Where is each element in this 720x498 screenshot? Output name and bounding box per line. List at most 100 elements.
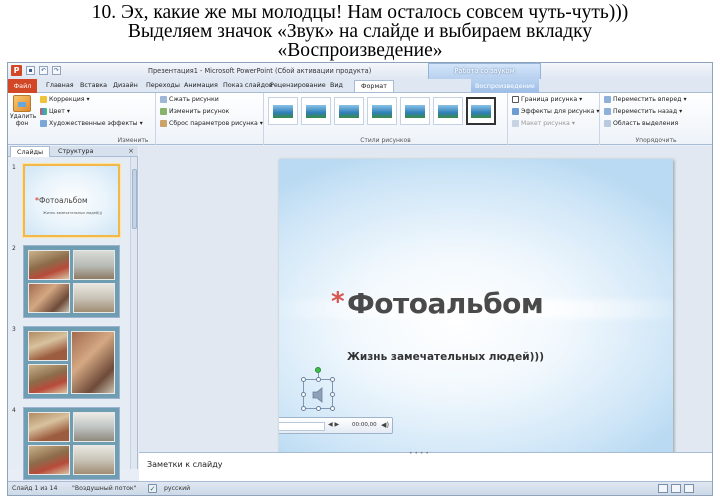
color-button[interactable]: Цвет ▾ [40, 108, 70, 115]
rotation-handle[interactable] [315, 367, 321, 373]
slide-thumb[interactable] [23, 407, 120, 480]
tab-outline[interactable]: Структура [52, 146, 99, 157]
tab-file[interactable]: Файл [8, 79, 37, 93]
picture-style-thumb[interactable] [334, 97, 364, 125]
resize-handle[interactable] [330, 392, 335, 397]
sorter-view-icon[interactable] [671, 484, 681, 493]
resize-handle[interactable] [301, 406, 306, 411]
splitter-handle[interactable]: • • • • [409, 450, 429, 457]
group-arrange: Переместить вперед ▾ Переместить назад ▾… [600, 93, 712, 145]
current-slide[interactable]: * Фотоальбом Жизнь замечательных людей))… [279, 159, 673, 455]
title-slide-preview: *Фотоальбом Жизнь замечательных людей))) [25, 166, 118, 235]
change-picture-button[interactable]: Изменить рисунок [160, 108, 229, 115]
slide-title[interactable]: Фотоальбом [347, 287, 544, 320]
audio-time: 00:00,00 [352, 422, 377, 428]
tab-transitions[interactable]: Переходы [146, 81, 180, 89]
remove-background-label: Удалить фон [10, 113, 37, 127]
picture-style-thumb[interactable] [433, 97, 463, 125]
resize-handle[interactable] [301, 392, 306, 397]
picture-style-thumb[interactable] [268, 97, 298, 125]
tab-playback[interactable]: Воспроизведение [471, 79, 539, 93]
send-backward-button[interactable]: Переместить назад ▾ [604, 108, 682, 115]
tab-slideshow[interactable]: Показ слайдов [223, 81, 273, 89]
notes-pane[interactable]: • • • • Заметки к слайду [139, 450, 712, 481]
thumb-title: *Фотоальбом [35, 196, 88, 205]
audio-player: ◀ ▶ 00:00,00 ◀) [279, 417, 393, 434]
powerpoint-logo-icon[interactable]: P [11, 65, 22, 76]
slide-thumb[interactable] [23, 245, 120, 318]
sun-icon [40, 96, 47, 103]
picture-effects-label: Эффекты для рисунка [521, 108, 595, 115]
picture-style-thumb[interactable] [367, 97, 397, 125]
ribbon-tabs: Файл Главная Вставка Дизайн Переходы Ани… [8, 79, 712, 93]
theme-name[interactable]: "Воздушный поток" [72, 485, 137, 492]
slide-thumb[interactable] [23, 326, 120, 399]
border-icon [512, 96, 519, 103]
window-title: Презентация1 - Microsoft PowerPoint (Сбо… [148, 67, 372, 75]
status-bar: Слайд 1 из 14 "Воздушный поток" ✓ русски… [8, 481, 712, 495]
photo-collage [24, 327, 119, 398]
picture-styles-gallery [268, 97, 496, 125]
selection-pane-button[interactable]: Область выделения [604, 120, 678, 127]
seek-controls[interactable]: ◀ ▶ [328, 421, 339, 428]
resize-handle[interactable] [301, 377, 306, 382]
picture-border-label: Граница рисунка [521, 96, 578, 103]
slide-thumb-selected[interactable]: *Фотоальбом Жизнь замечательных людей))) [23, 164, 120, 237]
undo-icon[interactable]: ↶ [39, 66, 48, 75]
resize-handle[interactable] [316, 406, 321, 411]
normal-view-icon[interactable] [658, 484, 668, 493]
correction-button[interactable]: Коррекция ▾ [40, 96, 90, 103]
slide-number: 4 [12, 407, 16, 414]
tab-design[interactable]: Дизайн [113, 81, 138, 89]
picture-style-thumb-selected[interactable] [466, 97, 496, 125]
sound-object-selection[interactable] [301, 367, 335, 411]
tab-view[interactable]: Вид [330, 81, 343, 89]
picture-style-thumb[interactable] [400, 97, 430, 125]
tab-insert[interactable]: Вставка [80, 81, 107, 89]
spellcheck-icon[interactable]: ✓ [148, 484, 157, 493]
close-icon[interactable]: × [128, 146, 134, 157]
compress-pictures-button[interactable]: Сжать рисунки [160, 96, 219, 103]
remove-background-icon [13, 95, 31, 112]
slide-subtitle[interactable]: Жизнь замечательных людей))) [347, 351, 544, 363]
artistic-effects-button[interactable]: Художественные эффекты ▾ [40, 120, 143, 127]
language[interactable]: русский [164, 485, 190, 492]
save-icon[interactable]: ▪ [26, 66, 35, 75]
bring-forward-button[interactable]: Переместить вперед ▾ [604, 96, 687, 103]
bring-forward-icon [604, 96, 611, 103]
tab-slides[interactable]: Слайды [10, 146, 51, 157]
artistic-effects-label: Художественные эффекты [49, 120, 138, 127]
resize-handle[interactable] [330, 406, 335, 411]
tab-home[interactable]: Главная [46, 81, 74, 89]
picture-style-thumb[interactable] [301, 97, 331, 125]
pane-tabs: Слайды Структура × [8, 146, 138, 157]
artistic-effects-icon [40, 120, 47, 127]
ribbon: Удалить фон Коррекция ▾ Цвет ▾ Художеств… [8, 93, 712, 145]
volume-icon[interactable]: ◀) [381, 421, 389, 429]
color-icon [40, 108, 47, 115]
picture-border-button[interactable]: Граница рисунка ▾ [512, 96, 582, 103]
tab-format[interactable]: Формат [354, 80, 394, 92]
notes-placeholder[interactable]: Заметки к слайду [147, 460, 222, 469]
group-change: Удалить фон Коррекция ▾ Цвет ▾ Художеств… [8, 93, 263, 145]
audio-progress-track[interactable] [279, 422, 325, 431]
remove-background-button[interactable]: Удалить фон [10, 95, 37, 127]
scrollbar-thumb[interactable] [132, 169, 137, 229]
resize-handle[interactable] [330, 377, 335, 382]
send-backward-icon [604, 108, 611, 115]
reading-view-icon[interactable] [684, 484, 694, 493]
photo [73, 283, 115, 313]
reset-picture-button[interactable]: Сброс параметров рисунка ▾ [160, 120, 263, 127]
quick-access-toolbar: P ▪ ↶ ↷ [11, 65, 61, 76]
title-bullet-icon: * [331, 287, 345, 317]
context-tab-group-title: Работа со звуком [428, 63, 541, 79]
tab-animation[interactable]: Анимация [184, 81, 218, 89]
tab-review[interactable]: Рецензирование [270, 81, 326, 89]
speaker-icon[interactable] [312, 387, 326, 403]
reset-picture-label: Сброс параметров рисунка [169, 120, 258, 127]
redo-icon[interactable]: ↷ [52, 66, 61, 75]
pane-scrollbar[interactable] [130, 157, 137, 469]
resize-handle[interactable] [316, 377, 321, 382]
picture-layout-button[interactable]: Макет рисунка ▾ [512, 120, 575, 127]
picture-effects-button[interactable]: Эффекты для рисунка ▾ [512, 108, 600, 115]
